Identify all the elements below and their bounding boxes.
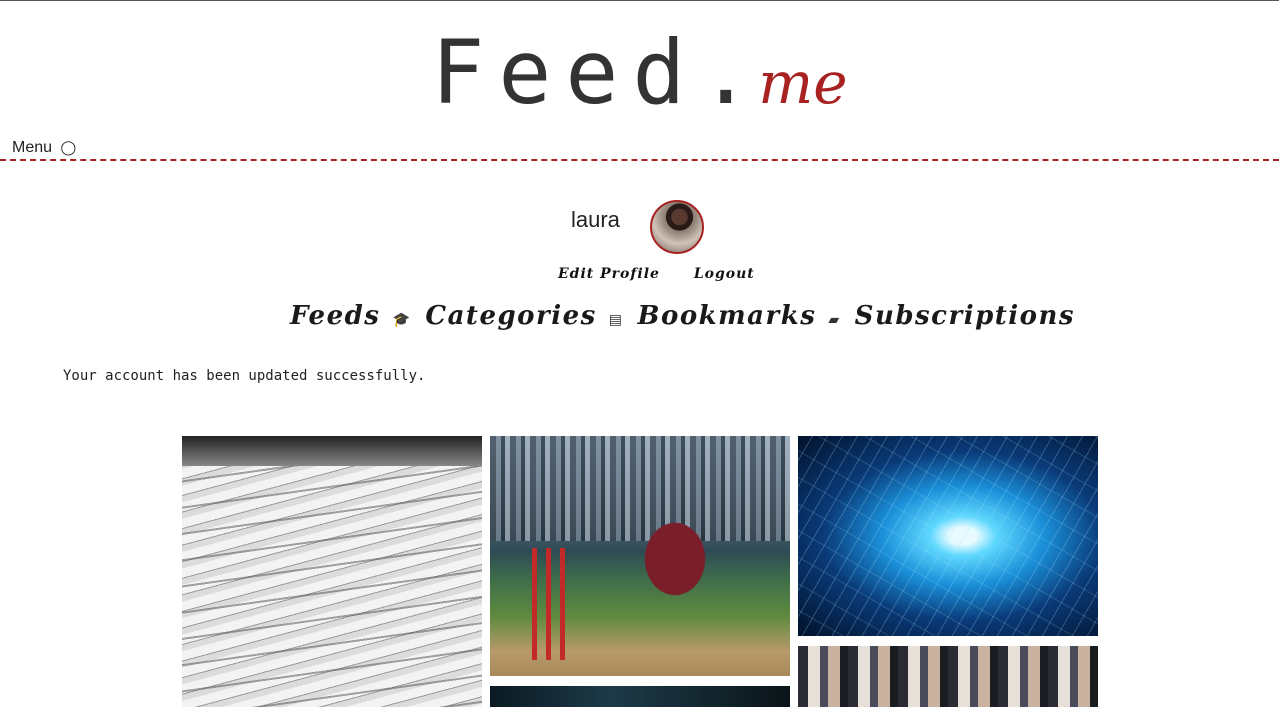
newspapers-shadow: [182, 436, 482, 466]
dark-image[interactable]: [490, 686, 790, 707]
logout-link[interactable]: Logout: [694, 266, 755, 282]
graduation-cap-icon: 🎓: [392, 312, 412, 328]
nav-subscriptions[interactable]: Subscriptions: [855, 301, 1075, 331]
username: laura: [571, 207, 620, 232]
avatar[interactable]: [650, 200, 704, 254]
logo-dot: .: [699, 21, 753, 124]
circuit-image[interactable]: [798, 436, 1098, 636]
edit-profile-link[interactable]: Edit Profile: [558, 266, 660, 282]
refresh-icon: ◯: [60, 139, 77, 155]
menu-toggle[interactable]: Menu ◯: [12, 139, 76, 157]
nav-bookmarks[interactable]: Bookmarks: [638, 301, 817, 331]
success-message: Your account has been updated successful…: [63, 368, 426, 384]
book-icon: ▰: [828, 312, 841, 328]
fashion-image[interactable]: [798, 646, 1098, 707]
main-nav: Feeds 🎓 Categories ▤ Bookmarks ▰ Subscriptions: [290, 301, 1075, 331]
header-divider: [0, 159, 1279, 161]
stump: [560, 548, 565, 660]
logo-sub: me: [758, 49, 848, 117]
logo-main: Feed: [431, 21, 700, 124]
stump: [532, 548, 537, 660]
nav-feeds[interactable]: Feeds: [290, 301, 380, 331]
menu-label: Menu: [12, 139, 53, 156]
cricket-image[interactable]: [490, 436, 790, 676]
site-logo[interactable]: Feed. me: [0, 21, 1279, 124]
stump: [546, 548, 551, 660]
nav-categories[interactable]: Categories: [425, 301, 596, 331]
circuit-lines: [798, 436, 1098, 636]
player: [615, 511, 735, 631]
profile-links: Edit Profile Logout: [558, 266, 755, 282]
newspaper-icon: ▤: [608, 312, 624, 328]
newspapers-image[interactable]: [182, 436, 482, 707]
